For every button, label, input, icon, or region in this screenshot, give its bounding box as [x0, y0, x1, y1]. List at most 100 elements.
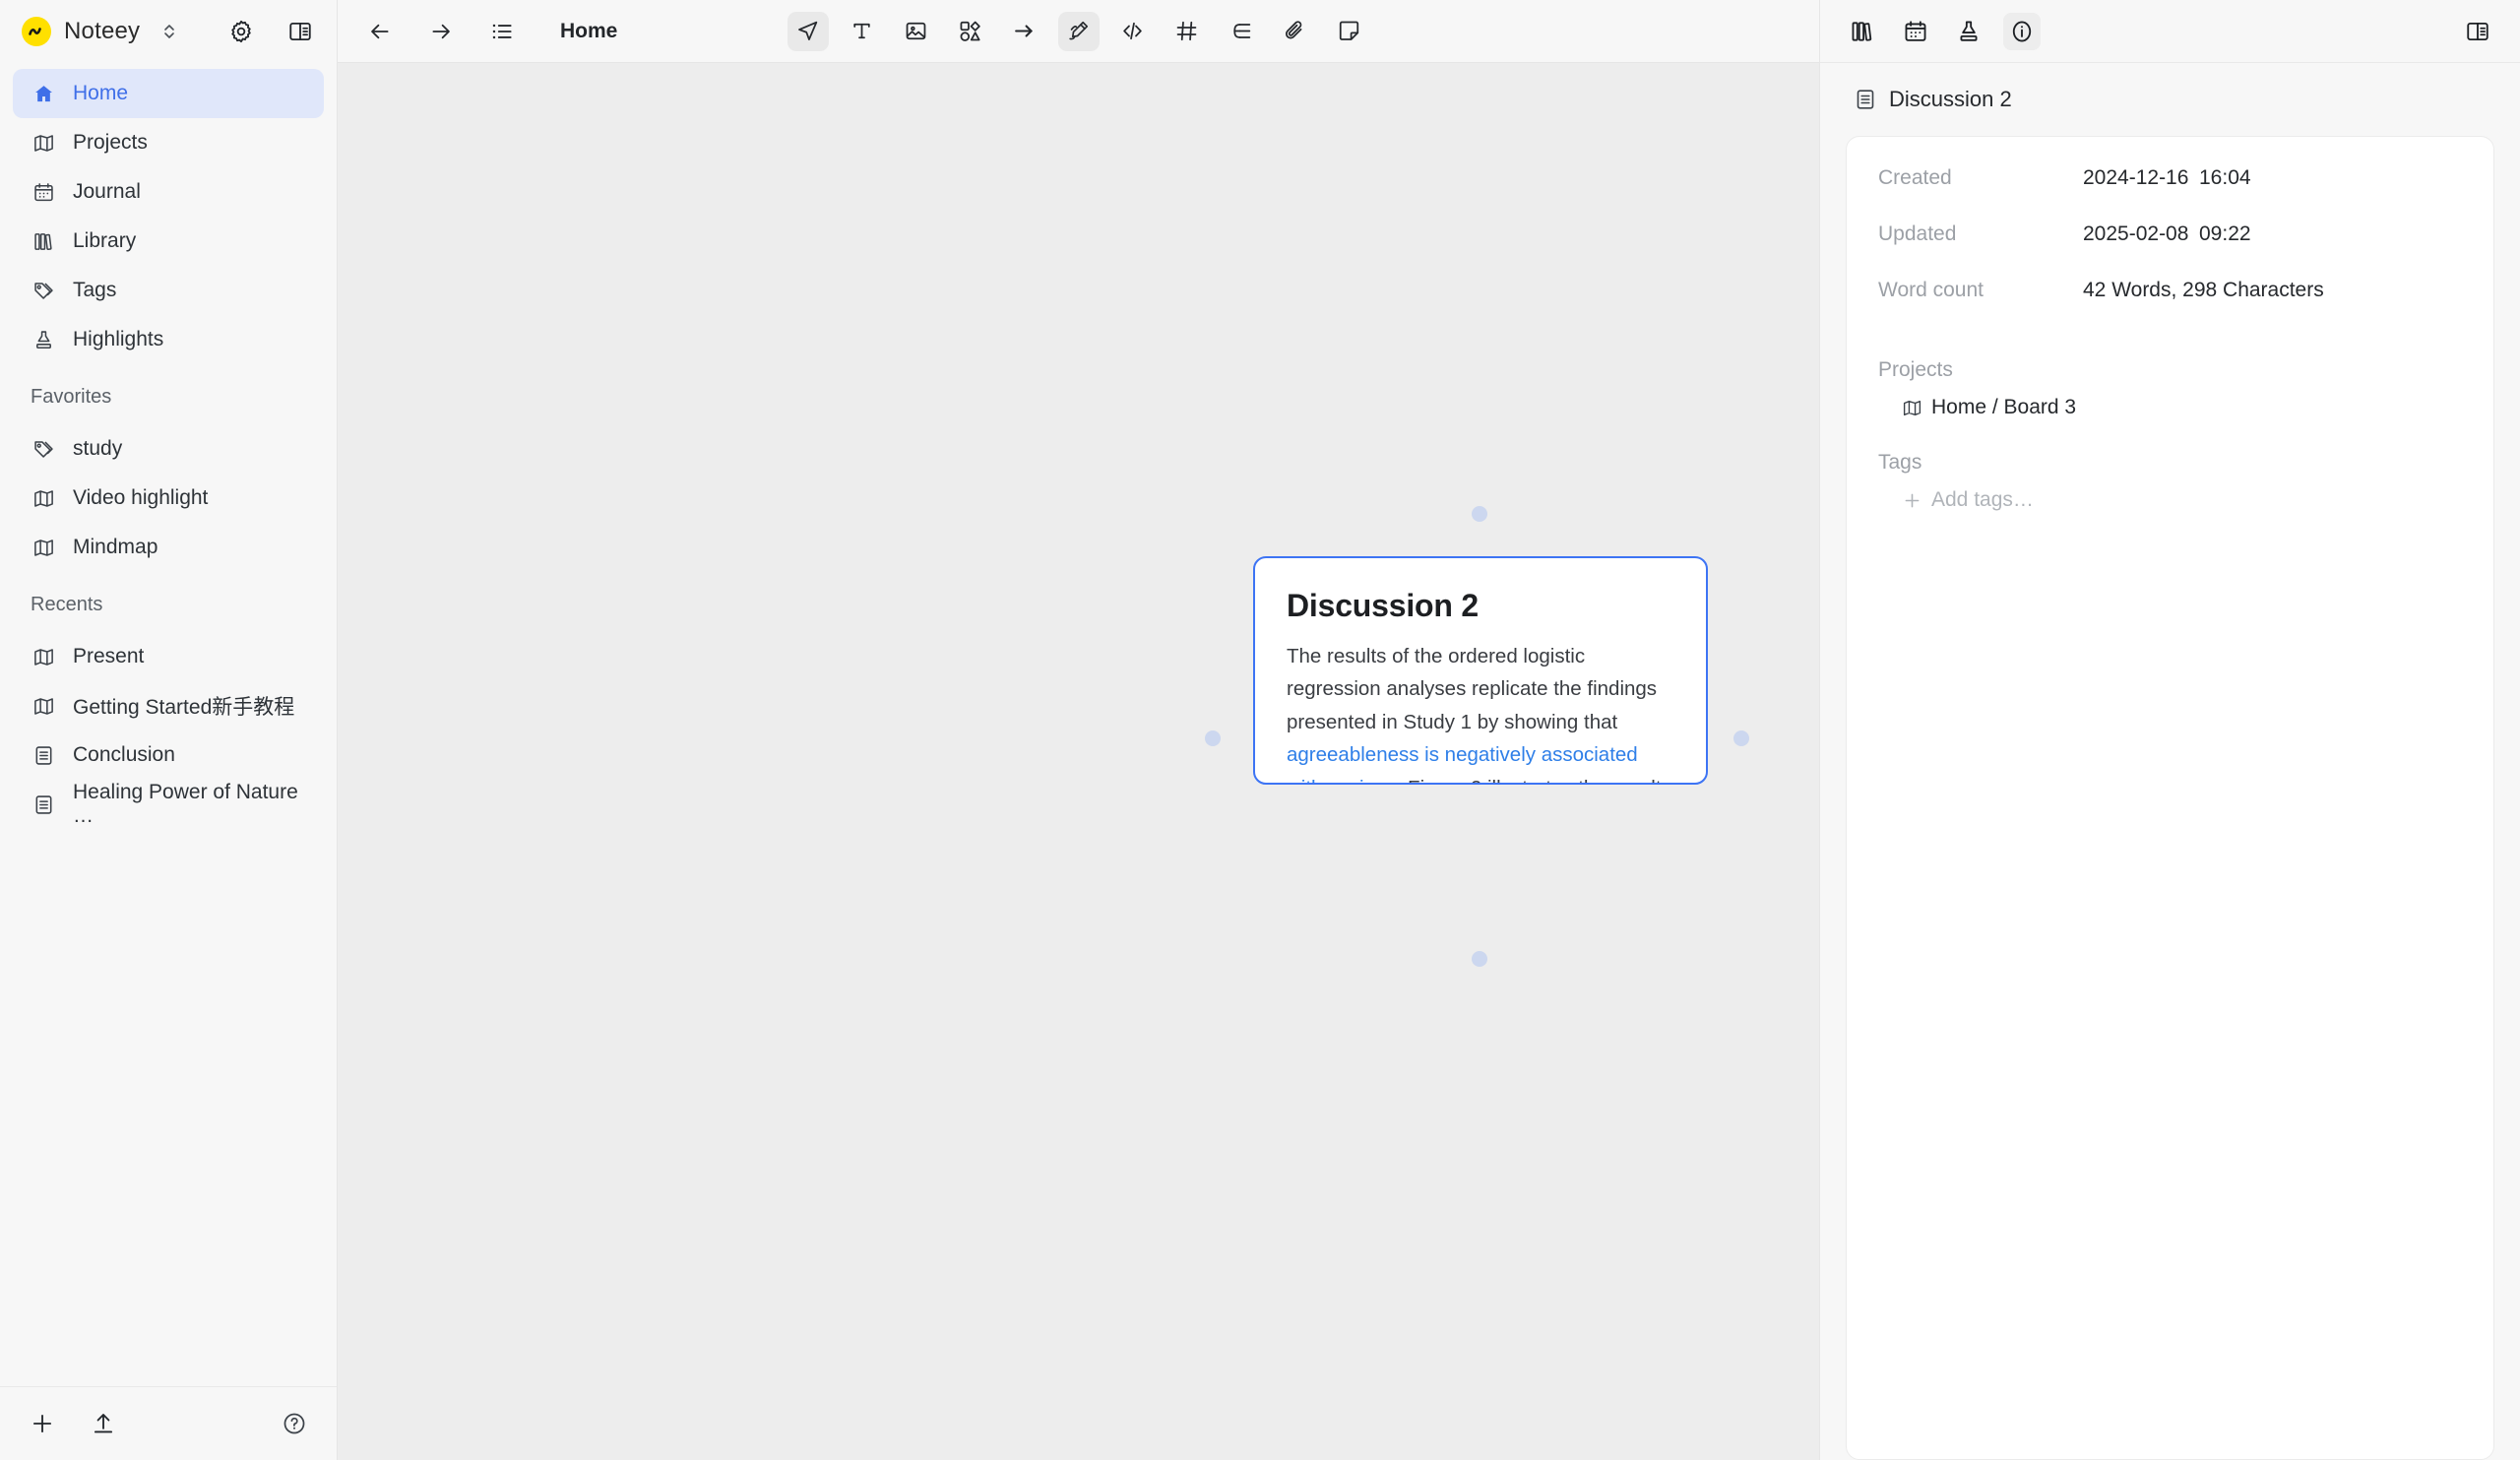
cursor-navigate-icon[interactable] — [787, 11, 829, 51]
mindmap-list-icon[interactable] — [1221, 12, 1262, 51]
right-panel-doc-header: Discussion 2 — [1820, 63, 2520, 130]
map-icon — [31, 132, 56, 155]
list-icon[interactable] — [483, 13, 521, 50]
map-icon — [31, 695, 56, 718]
favorite-item-study[interactable]: study — [13, 424, 324, 474]
arrow-right-icon[interactable] — [422, 13, 460, 50]
resize-handle-right[interactable] — [1733, 730, 1749, 746]
plus-icon — [1902, 490, 1922, 511]
home-icon — [31, 83, 56, 105]
map-icon — [31, 646, 56, 668]
sidebar-item-highlights[interactable]: Highlights — [13, 315, 324, 364]
tag-icon — [31, 438, 56, 461]
document-icon — [31, 744, 56, 767]
center-region: Home Discussion 2 The results of the ord… — [338, 0, 1819, 1460]
recent-item-label: Conclusion — [73, 743, 175, 766]
meta-row-created: Created 2024-12-16 16:04 — [1868, 166, 2472, 222]
arrow-right-icon[interactable] — [1004, 12, 1045, 51]
meta-date: 2025-02-08 — [2083, 222, 2189, 245]
sidebar-item-label: Home — [73, 82, 129, 104]
question-circle-icon[interactable] — [276, 1405, 313, 1442]
favorite-item-label: study — [73, 437, 123, 460]
paperclip-icon[interactable] — [1275, 12, 1316, 51]
add-tags-button[interactable]: Add tags… — [1868, 480, 2044, 520]
meta-label: Updated — [1878, 222, 1957, 245]
sidebar-item-tags[interactable]: Tags — [13, 266, 324, 315]
board-canvas[interactable]: Discussion 2 The results of the ordered … — [338, 63, 1819, 1460]
pen-highlighter-icon[interactable] — [1057, 11, 1100, 51]
document-info-card: Created 2024-12-16 16:04 Updated 2025-02… — [1846, 136, 2494, 1460]
canvas-toolbar-left: Home — [338, 13, 617, 50]
meta-value: 2025-02-08 09:22 — [2083, 222, 2251, 246]
noteey-wave-logo-icon — [22, 17, 51, 46]
code-brackets-icon[interactable] — [1112, 12, 1154, 51]
tag-icon — [31, 280, 56, 302]
arrow-left-icon[interactable] — [361, 13, 399, 50]
calendar-icon — [31, 181, 56, 204]
canvas-toolbar: Home — [338, 0, 1819, 63]
resize-handle-top[interactable] — [1472, 506, 1487, 522]
favorites-list: study Video highlight Mindmap — [0, 418, 337, 572]
highlights-tab[interactable] — [1950, 13, 1987, 50]
text-t-icon[interactable] — [842, 12, 883, 51]
recent-item-getting-started[interactable]: Getting Started新手教程 — [13, 681, 324, 730]
sidebar-item-library[interactable]: Library — [13, 217, 324, 266]
left-sidebar: Noteey Home Projects Journal Library Tag… — [0, 0, 338, 1460]
panel-right-toggle-icon[interactable] — [2459, 13, 2496, 50]
note-card-title: Discussion 2 — [1287, 588, 1480, 623]
sidebar-item-label: Projects — [73, 131, 148, 154]
map-icon — [1902, 398, 1922, 418]
recent-item-label: Getting Started新手教程 — [73, 696, 295, 719]
favorite-item-label: Mindmap — [73, 536, 158, 558]
document-icon — [1854, 88, 1877, 111]
image-icon[interactable] — [896, 12, 937, 51]
sidebar-item-home[interactable]: Home — [13, 69, 324, 118]
resize-handle-left[interactable] — [1205, 730, 1221, 746]
panel-toggle-icon[interactable] — [282, 13, 319, 50]
recent-item-present[interactable]: Present — [13, 632, 324, 681]
gear-icon[interactable] — [222, 13, 260, 50]
add-tags-label: Add tags… — [1931, 488, 2034, 511]
app-root: Noteey Home Projects Journal Library Tag… — [0, 0, 2520, 1460]
upload-icon[interactable] — [85, 1405, 122, 1442]
calendar-tab[interactable] — [1897, 13, 1934, 50]
info-tab[interactable] — [2003, 12, 2041, 50]
tags-section-label: Tags — [1878, 451, 1922, 474]
resize-handle-bottom[interactable] — [1472, 951, 1487, 967]
meta-row-word-count: Word count 42 Words, 298 Characters — [1868, 279, 2472, 335]
sidebar-item-label: Library — [73, 229, 137, 252]
right-panel-doc-title: Discussion 2 — [1889, 87, 2012, 111]
sticky-note-icon[interactable] — [1329, 12, 1370, 51]
favorite-item-mindmap[interactable]: Mindmap — [13, 523, 324, 572]
sidebar-item-journal[interactable]: Journal — [13, 167, 324, 217]
map-icon — [31, 487, 56, 510]
shapes-icon[interactable] — [950, 12, 991, 51]
workspace-switcher[interactable]: Noteey — [22, 17, 177, 46]
recent-item-label: Healing Power of Nature … — [73, 781, 298, 827]
projects-section-label: Projects — [1878, 358, 1953, 381]
sidebar-header: Noteey — [0, 0, 337, 63]
recent-item-conclusion[interactable]: Conclusion — [13, 730, 324, 780]
brand-name: Noteey — [64, 18, 141, 44]
project-breadcrumb[interactable]: Home / Board 3 — [1868, 388, 2086, 427]
recent-item-healing-power-of-nature[interactable]: Healing Power of Nature … — [13, 780, 324, 829]
meta-label: Created — [1878, 166, 1952, 189]
note-body-text-1: The results of the ordered logistic regr… — [1287, 645, 1658, 733]
meta-row-updated: Updated 2025-02-08 09:22 — [1868, 222, 2472, 279]
right-panel-tabs — [1820, 0, 2520, 63]
note-card-body: The results of the ordered logistic regr… — [1287, 640, 1674, 783]
sidebar-item-projects[interactable]: Projects — [13, 118, 324, 167]
page-title: Home — [560, 19, 618, 42]
books-icon — [31, 230, 56, 253]
favorite-item-video-highlight[interactable]: Video highlight — [13, 474, 324, 523]
chevron-up-down-icon — [161, 21, 177, 42]
meta-time: 09:22 — [2199, 222, 2251, 245]
recent-item-label: Present — [73, 645, 145, 667]
plus-icon[interactable] — [24, 1405, 61, 1442]
library-tab[interactable] — [1844, 13, 1881, 50]
note-card[interactable]: Discussion 2 The results of the ordered … — [1253, 556, 1708, 785]
frame-grid-icon[interactable] — [1166, 12, 1208, 51]
sidebar-item-label: Highlights — [73, 328, 164, 350]
favorites-section-label: Favorites — [31, 386, 112, 408]
meta-value: 2024-12-16 16:04 — [2083, 166, 2251, 190]
